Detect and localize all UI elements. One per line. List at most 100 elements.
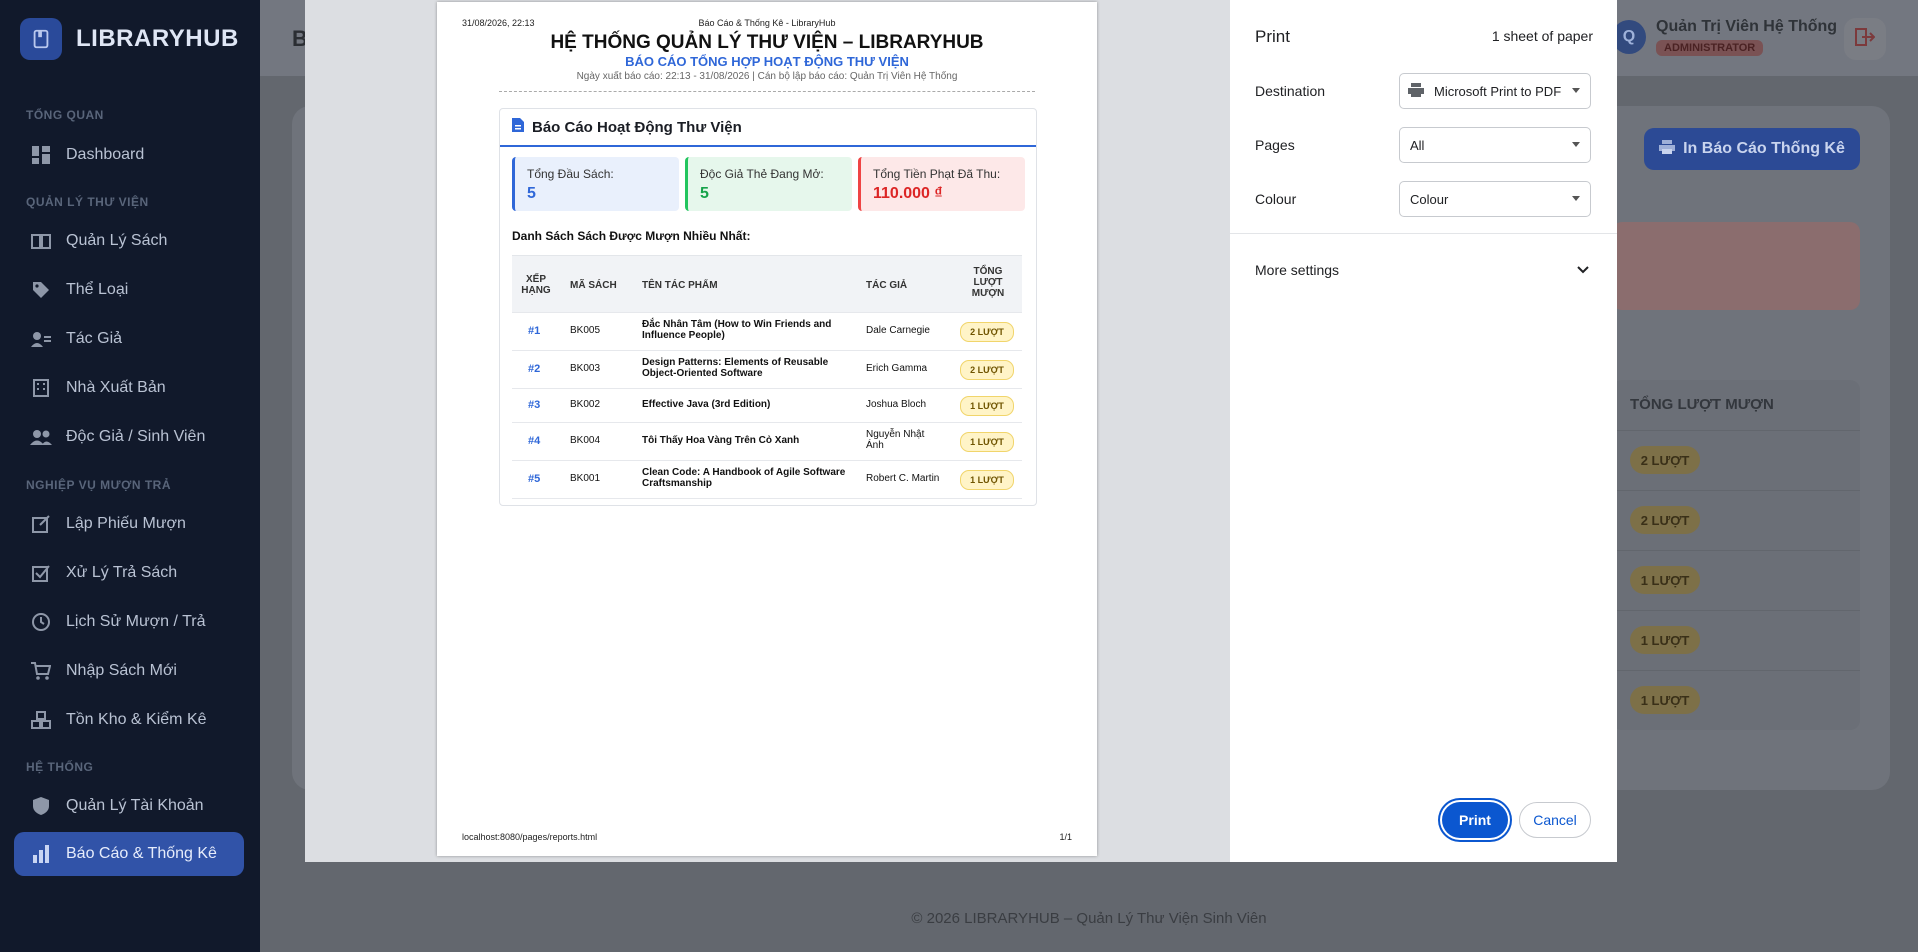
rank: #4 [528,435,541,447]
nav-history[interactable]: Lịch Sử Mượn / Trả [14,600,244,644]
nav-accounts[interactable]: Quản Lý Tài Khoản [14,784,244,828]
loan-count-badge: 1 LƯỢT [1630,686,1700,714]
nav-import[interactable]: Nhập Sách Mới [14,649,244,693]
table-header-row: XẾP HẠNG MÃ SÁCH TÊN TÁC PHẨM TÁC GIẢ TỔ… [512,256,1022,313]
chevron-down-icon[interactable] [1577,262,1589,280]
nav-label: Xử Lý Trả Sách [66,564,178,581]
section-operations: NGHIỆP VỤ MƯỢN TRẢ [26,478,171,492]
chevron-down-icon [1572,88,1580,93]
user-profile[interactable]: Q Quản Trị Viên Hệ Thống ADMINISTRATOR [1612,18,1837,56]
nav-label: Quản Lý Sách [66,232,168,249]
book-title: Tôi Thấy Hoa Vàng Trên Cỏ Xanh [642,435,800,446]
book-author: Nguyễn Nhật Ánh [866,429,925,451]
book-logo-icon [20,18,62,60]
book-title: Clean Code: A Handbook of Agile Software… [642,467,846,489]
print-report-button[interactable]: In Báo Cáo Thống Kê [1644,128,1860,170]
preview-sheet: 31/08/2026, 22:13 Báo Cáo & Thống Kê - L… [437,2,1097,856]
colour-select[interactable]: Colour [1399,181,1591,217]
clock-icon [30,611,52,633]
avatar: Q [1612,20,1646,54]
nav-label: Độc Giả / Sinh Viên [66,428,206,445]
table-row: #2 BK003 Design Patterns: Elements of Re… [512,350,1022,389]
book-code: BK005 [570,325,601,336]
users-icon [30,426,52,448]
boxes-icon [30,709,52,731]
rank: #1 [528,325,541,337]
nav-authors[interactable]: Tác Giả [14,317,244,361]
stat-value: 5 [527,185,536,202]
nav-publishers[interactable]: Nhà Xuất Bản [14,366,244,410]
report-title: HỆ THỐNG QUẢN LÝ THƯ VIỆN – LIBRARYHUB [550,32,984,53]
preview-url: localhost:8080/pages/reports.html [462,832,598,842]
table-row: #4 BK004 Tôi Thấy Hoa Vàng Trên Cỏ Xanh … [512,422,1022,461]
print-button[interactable]: Print [1442,802,1508,838]
nav-dashboard[interactable]: Dashboard [14,133,244,177]
loan-count-badge: 1 LƯỢT [960,396,1014,416]
book-code: BK002 [570,399,601,410]
nav-returns[interactable]: Xử Lý Trả Sách [14,551,244,595]
nav-label: Thể Loại [66,281,129,298]
stat-label: Độc Giả Thẻ Đang Mở: [700,167,824,181]
nav-label: Lịch Sử Mượn / Trả [66,613,206,630]
nav-label: Nhập Sách Mới [66,662,177,679]
book-author: Erich Gamma [866,363,928,374]
footer-text: © 2026 LIBRARYHUB – Quản Lý Thư Viện Sin… [911,909,1267,927]
book-code: BK003 [570,363,601,374]
nav-categories[interactable]: Thể Loại [14,268,244,312]
book-code: BK004 [570,435,601,446]
destination-select[interactable]: Microsoft Print to PDF [1399,73,1591,109]
print-preview-area[interactable]: 31/08/2026, 22:13 Báo Cáo & Thống Kê - L… [305,0,1230,862]
nav-create-loan[interactable]: Lập Phiếu Mượn [14,502,244,546]
book-author: Joshua Bloch [866,399,927,410]
preview-doc-title: Báo Cáo & Thống Kê - LibraryHub [698,18,836,28]
section-overview: TỔNG QUAN [26,108,104,122]
section-system: HỆ THỐNG [26,760,94,774]
loan-count-badge: 1 LƯỢT [960,470,1014,490]
printer-icon [1659,139,1676,159]
print-title: Print [1255,27,1290,46]
chevron-down-icon [1572,196,1580,201]
stat-fines-collected: Tổng Tiền Phạt Đã Thu: 110.000 ₫ [858,157,1025,211]
more-settings-toggle[interactable]: More settings [1255,262,1339,278]
loan-count-badge: 1 LƯỢT [1630,566,1700,594]
page-footer: © 2026 LIBRARYHUB – Quản Lý Thư Viện Sin… [260,888,1918,948]
colour-value: Colour [1410,191,1449,207]
sheet-count: 1 sheet of paper [1491,28,1593,44]
print-settings-panel: Print 1 sheet of paper Destination Micro… [1230,0,1617,862]
stat-label: Tổng Tiền Phạt Đã Thu: [873,167,1001,181]
most-borrowed-table: XẾP HẠNG MÃ SÁCH TÊN TÁC PHẨM TÁC GIẢ TỔ… [512,255,1022,499]
tag-icon [30,279,52,301]
logout-icon [1855,27,1876,51]
loan-count-badge: 2 LƯỢT [960,360,1014,380]
report-subtitle: BÁO CÁO TỔNG HỢP HOẠT ĐỘNG THƯ VIỆN [625,54,909,69]
stat-total-books: Tổng Đầu Sách: 5 [512,157,679,211]
nav-reports[interactable]: Báo Cáo & Thống Kê [14,832,244,876]
app-logo[interactable]: LIBRARYHUB [20,18,239,60]
table-row: #5 BK001 Clean Code: A Handbook of Agile… [512,460,1022,499]
nav-books[interactable]: Quản Lý Sách [14,219,244,263]
nav-inventory[interactable]: Tồn Kho & Kiểm Kê [14,698,244,742]
print-report-label: In Báo Cáo Thống Kê [1683,140,1845,157]
nav-readers[interactable]: Độc Giả / Sinh Viên [14,415,244,459]
table-header-total-loans: TỔNG LƯỢT MƯỢN [1630,396,1774,413]
cancel-button[interactable]: Cancel [1519,802,1591,838]
pages-select[interactable]: All [1399,127,1591,163]
document-icon [512,117,524,137]
loan-count-badge: 1 LƯỢT [1630,626,1700,654]
cart-icon [30,660,52,682]
report-meta: Ngày xuất báo cáo: 22:13 - 31/08/2026 | … [576,71,958,82]
nav-label: Báo Cáo & Thống Kê [66,845,217,862]
sidebar: LIBRARYHUB TỔNG QUAN Dashboard QUẢN LÝ T… [0,0,260,952]
book-author: Dale Carnegie [866,325,930,336]
book-title: Design Patterns: Elements of Reusable Ob… [642,357,829,379]
rank: #3 [528,399,541,411]
stat-value: 110.000 ₫ [873,185,943,202]
preview-page-number: 1/1 [1059,832,1072,842]
book-title: Đắc Nhân Tâm (How to Win Friends and Inf… [642,319,832,341]
stat-value: 5 [700,185,709,202]
nav-label: Tác Giả [66,330,123,347]
check-square-icon [30,562,52,584]
table-row: #1 BK005 Đắc Nhân Tâm (How to Win Friend… [512,312,1022,351]
row-divider [1612,670,1860,671]
logout-button[interactable] [1844,18,1886,60]
